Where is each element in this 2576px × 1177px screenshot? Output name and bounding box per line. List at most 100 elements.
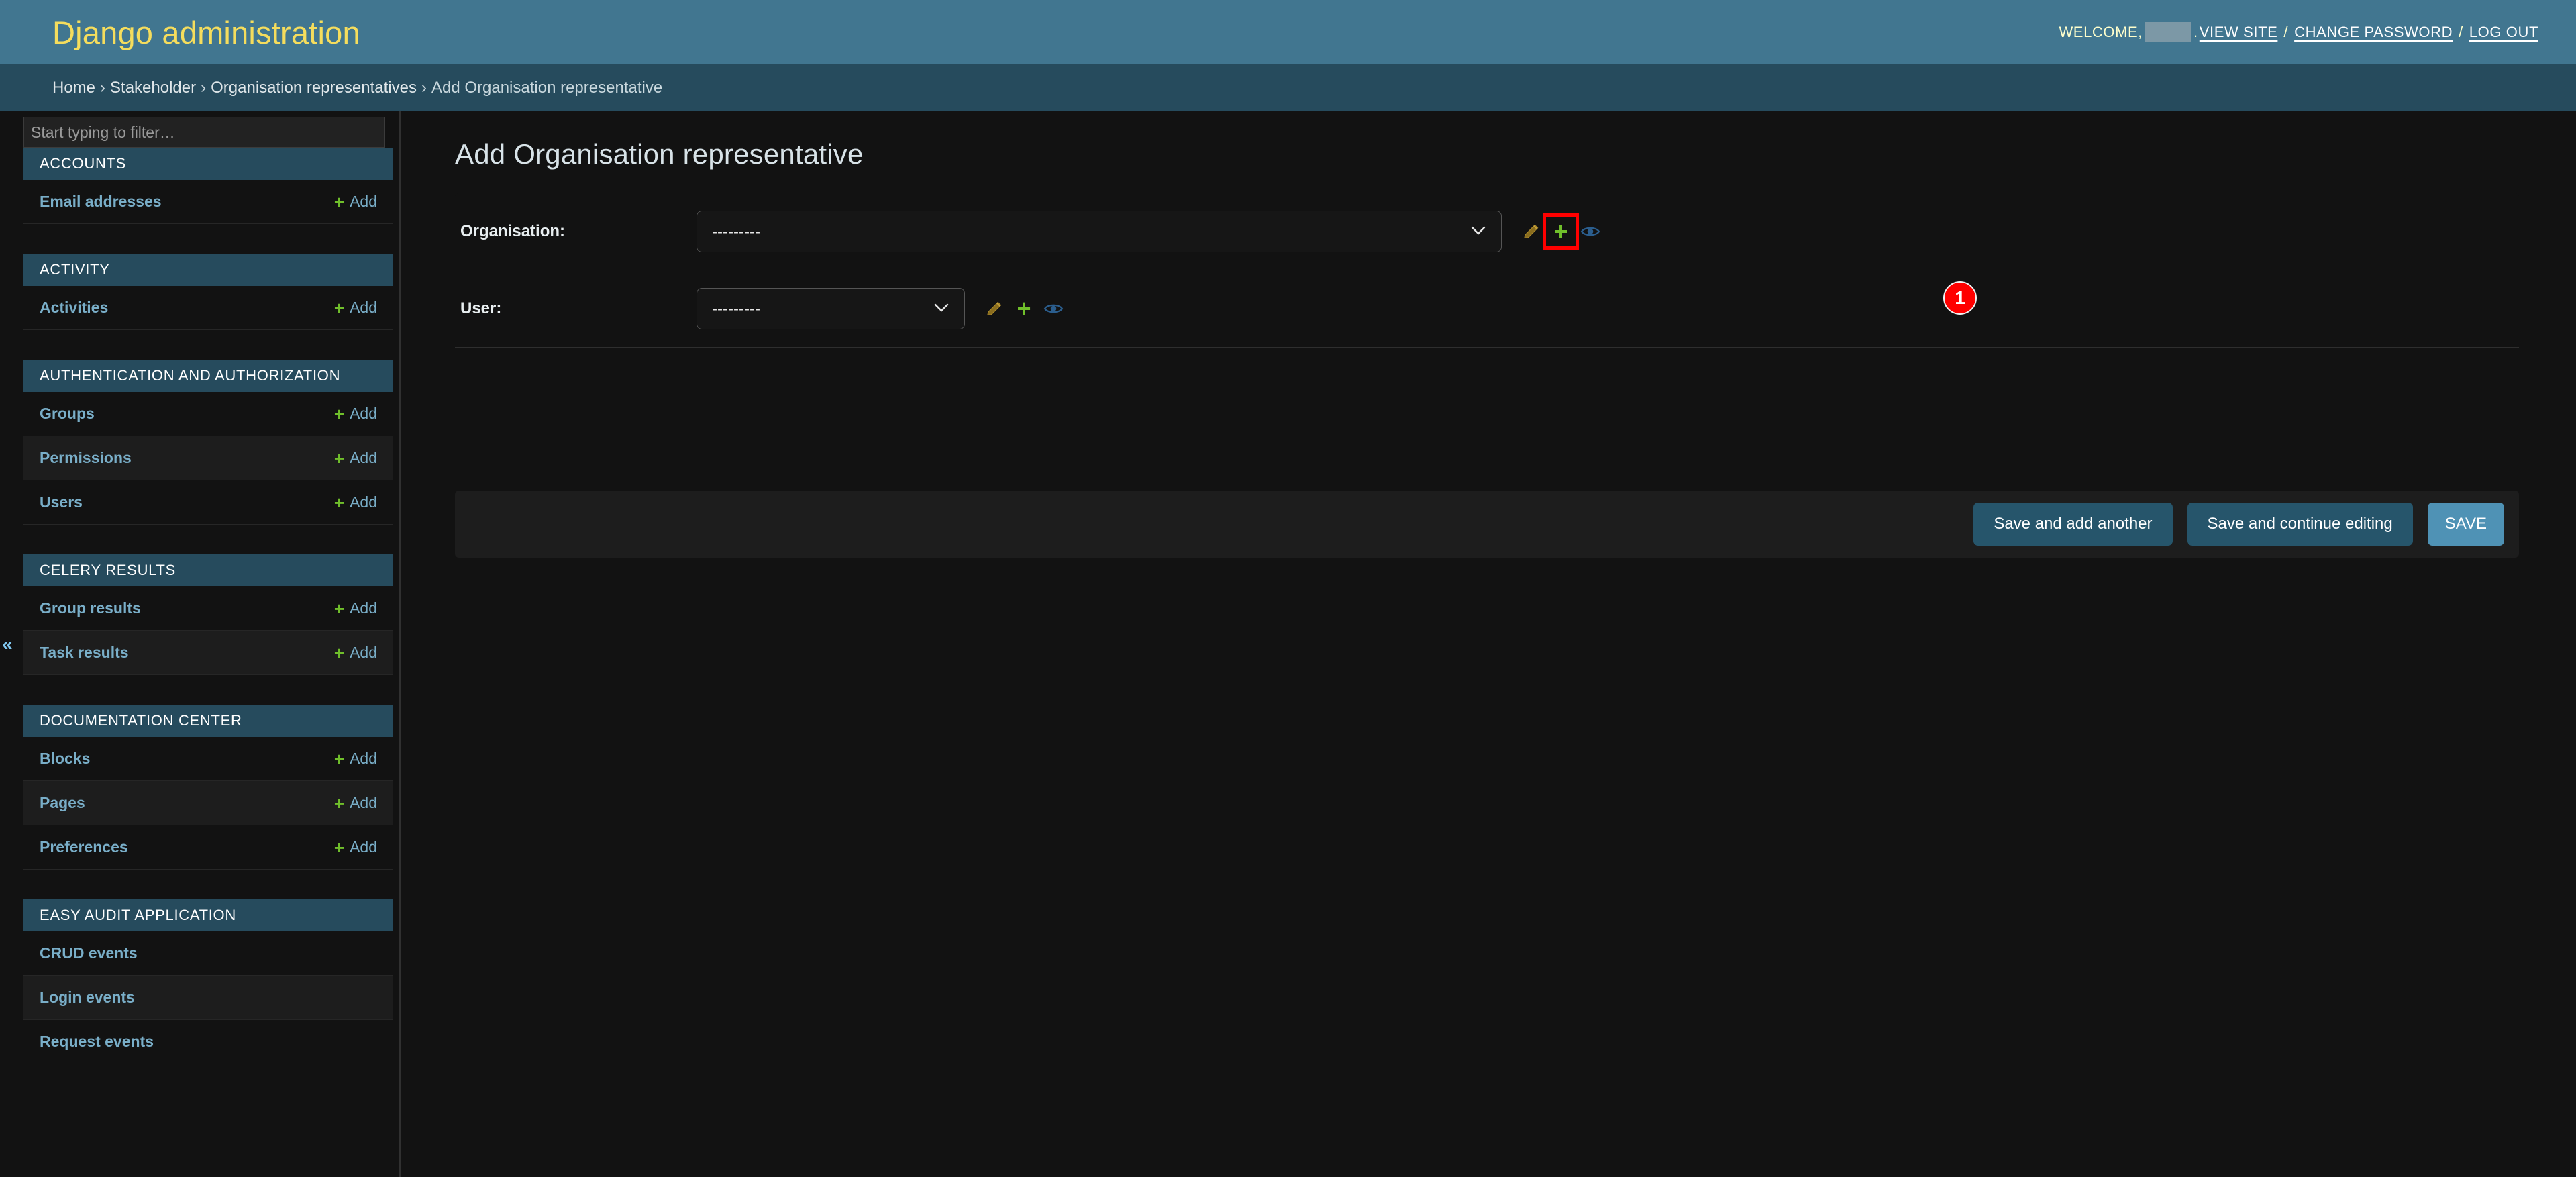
sidebar-app-documentation-center: DOCUMENTATION CENTER Blocks + Add Pages …: [15, 705, 399, 870]
sidebar-item-blocks[interactable]: Blocks + Add: [23, 737, 393, 781]
sidebar-item-users[interactable]: Users + Add: [23, 480, 393, 525]
sidebar-item-label[interactable]: Login events: [40, 988, 135, 1007]
user-label: User:: [460, 299, 502, 317]
sidebar-add-blocks[interactable]: + Add: [334, 750, 377, 768]
add-label: Add: [350, 405, 377, 422]
view-site-link[interactable]: VIEW SITE: [2200, 23, 2278, 41]
chevron-double-left-icon: «: [2, 633, 13, 654]
sidebar-item-label[interactable]: Activities: [40, 299, 108, 317]
add-label: Add: [350, 838, 377, 856]
sidebar-item-label[interactable]: Group results: [40, 599, 141, 617]
add-label: Add: [350, 493, 377, 511]
add-label: Add: [350, 193, 377, 210]
sidebar-app-easy-audit: EASY AUDIT APPLICATION CRUD events Login…: [15, 899, 399, 1064]
sidebar-collapse-toggle[interactable]: «: [0, 111, 15, 1177]
sidebar-item-label[interactable]: Email addresses: [40, 193, 162, 211]
sidebar-item-crud-events[interactable]: CRUD events: [23, 931, 393, 976]
sidebar-item-label[interactable]: Task results: [40, 644, 129, 662]
sidebar-item-label[interactable]: Pages: [40, 794, 85, 812]
sidebar-item-groups[interactable]: Groups + Add: [23, 392, 393, 436]
sidebar-add-users[interactable]: + Add: [334, 493, 377, 511]
welcome-label: WELCOME,: [2059, 23, 2143, 40]
nav-sidebar: ACCOUNTS Email addresses + Add ACTIVITY …: [15, 111, 401, 1177]
sidebar-spacer: [23, 525, 393, 554]
change-related-organisation-icon[interactable]: [1516, 217, 1546, 246]
breadcrumb-separator: ›: [421, 79, 427, 97]
add-label: Add: [350, 449, 377, 466]
sidebar-add-groups[interactable]: + Add: [334, 405, 377, 423]
save-and-add-another-button[interactable]: Save and add another: [1973, 503, 2173, 546]
sidebar-add-group-results[interactable]: + Add: [334, 599, 377, 617]
plus-icon: +: [333, 642, 345, 663]
change-related-user-icon[interactable]: [980, 294, 1009, 323]
breadcrumb-stakeholder[interactable]: Stakeholder: [110, 79, 196, 97]
sidebar-item-email-addresses[interactable]: Email addresses + Add: [23, 180, 393, 224]
sidebar-spacer: [23, 330, 393, 360]
main-content: Add Organisation representative Organisa…: [403, 111, 2576, 1177]
organisation-widget: --------- +: [697, 211, 1605, 252]
breadcrumb: Home › Stakeholder › Organisation repres…: [0, 64, 2576, 111]
log-out-link[interactable]: LOG OUT: [2469, 23, 2538, 41]
user-related-widget: +: [980, 294, 1068, 323]
organisation-select[interactable]: ---------: [697, 211, 1502, 252]
plus-icon: +: [333, 792, 345, 813]
sidebar-add-permissions[interactable]: + Add: [334, 449, 377, 467]
sidebar-item-permissions[interactable]: Permissions + Add: [23, 436, 393, 480]
sidebar-add-task-results[interactable]: + Add: [334, 644, 377, 662]
save-and-continue-button[interactable]: Save and continue editing: [2187, 503, 2413, 546]
plus-icon: +: [333, 837, 345, 858]
sidebar-item-label[interactable]: Groups: [40, 405, 95, 423]
sidebar-item-request-events[interactable]: Request events: [23, 1020, 393, 1064]
sidebar-item-label[interactable]: Blocks: [40, 750, 90, 768]
sidebar-add-preferences[interactable]: + Add: [334, 838, 377, 856]
sidebar-spacer: [23, 675, 393, 705]
organisation-select-wrapper: ---------: [697, 211, 1502, 252]
plus-icon: +: [333, 448, 345, 468]
change-password-link[interactable]: CHANGE PASSWORD: [2294, 23, 2453, 41]
sidebar-item-login-events[interactable]: Login events: [23, 976, 393, 1020]
sidebar-item-activities[interactable]: Activities + Add: [23, 286, 393, 330]
add-related-organisation-icon[interactable]: +: [1543, 213, 1579, 250]
sidebar-item-task-results[interactable]: Task results + Add: [23, 631, 393, 675]
user-select[interactable]: ---------: [697, 288, 965, 329]
sidebar-item-label[interactable]: CRUD events: [40, 944, 138, 962]
form-row-organisation: Organisation: --------- +: [455, 193, 2519, 270]
sidebar-spacer: [23, 224, 393, 254]
form-fieldset: Organisation: --------- + User: --------…: [455, 193, 2519, 348]
save-button[interactable]: SAVE: [2427, 503, 2504, 546]
user-tools: WELCOME, . VIEW SITE / CHANGE PASSWORD /…: [2059, 22, 2540, 42]
sidebar-item-group-results[interactable]: Group results + Add: [23, 586, 393, 631]
sidebar-item-label[interactable]: Permissions: [40, 449, 132, 467]
add-label: Add: [350, 299, 377, 316]
sidebar-item-pages[interactable]: Pages + Add: [23, 781, 393, 825]
breadcrumb-organisation-representatives[interactable]: Organisation representatives: [211, 79, 417, 97]
sidebar-item-label[interactable]: Request events: [40, 1033, 154, 1051]
submit-row: Save and add another Save and continue e…: [455, 491, 2519, 558]
page-body: « ACCOUNTS Email addresses + Add ACTIVIT…: [0, 111, 2576, 1177]
add-related-user-icon[interactable]: +: [1009, 294, 1039, 323]
view-related-organisation-icon[interactable]: [1576, 217, 1605, 246]
sidebar-item-preferences[interactable]: Preferences + Add: [23, 825, 393, 870]
sidebar-item-label[interactable]: Preferences: [40, 838, 128, 856]
breadcrumb-home[interactable]: Home: [52, 79, 95, 97]
sidebar-spacer: [23, 870, 393, 899]
plus-icon: +: [1553, 217, 1568, 245]
page-title: Add Organisation representative: [455, 138, 864, 170]
sidebar-filter-input[interactable]: [23, 117, 385, 148]
sidebar-add-email-addresses[interactable]: + Add: [334, 193, 377, 211]
add-label: Add: [350, 794, 377, 811]
breadcrumb-separator: ›: [201, 79, 207, 97]
view-related-user-icon[interactable]: [1039, 294, 1068, 323]
organisation-related-widget: +: [1516, 213, 1605, 250]
plus-icon: +: [333, 191, 345, 212]
sidebar-add-activities[interactable]: + Add: [334, 299, 377, 317]
sidebar-add-pages[interactable]: + Add: [334, 794, 377, 812]
sidebar-app-caption-auth: AUTHENTICATION AND AUTHORIZATION: [23, 360, 393, 392]
sidebar-item-label[interactable]: Users: [40, 493, 83, 511]
username-redacted: [2145, 22, 2192, 42]
organisation-label: Organisation:: [460, 222, 566, 240]
sidebar-app-caption-easy-audit: EASY AUDIT APPLICATION: [23, 899, 393, 931]
plus-icon: +: [333, 403, 345, 424]
add-label: Add: [350, 750, 377, 767]
plus-icon: +: [1017, 295, 1031, 322]
